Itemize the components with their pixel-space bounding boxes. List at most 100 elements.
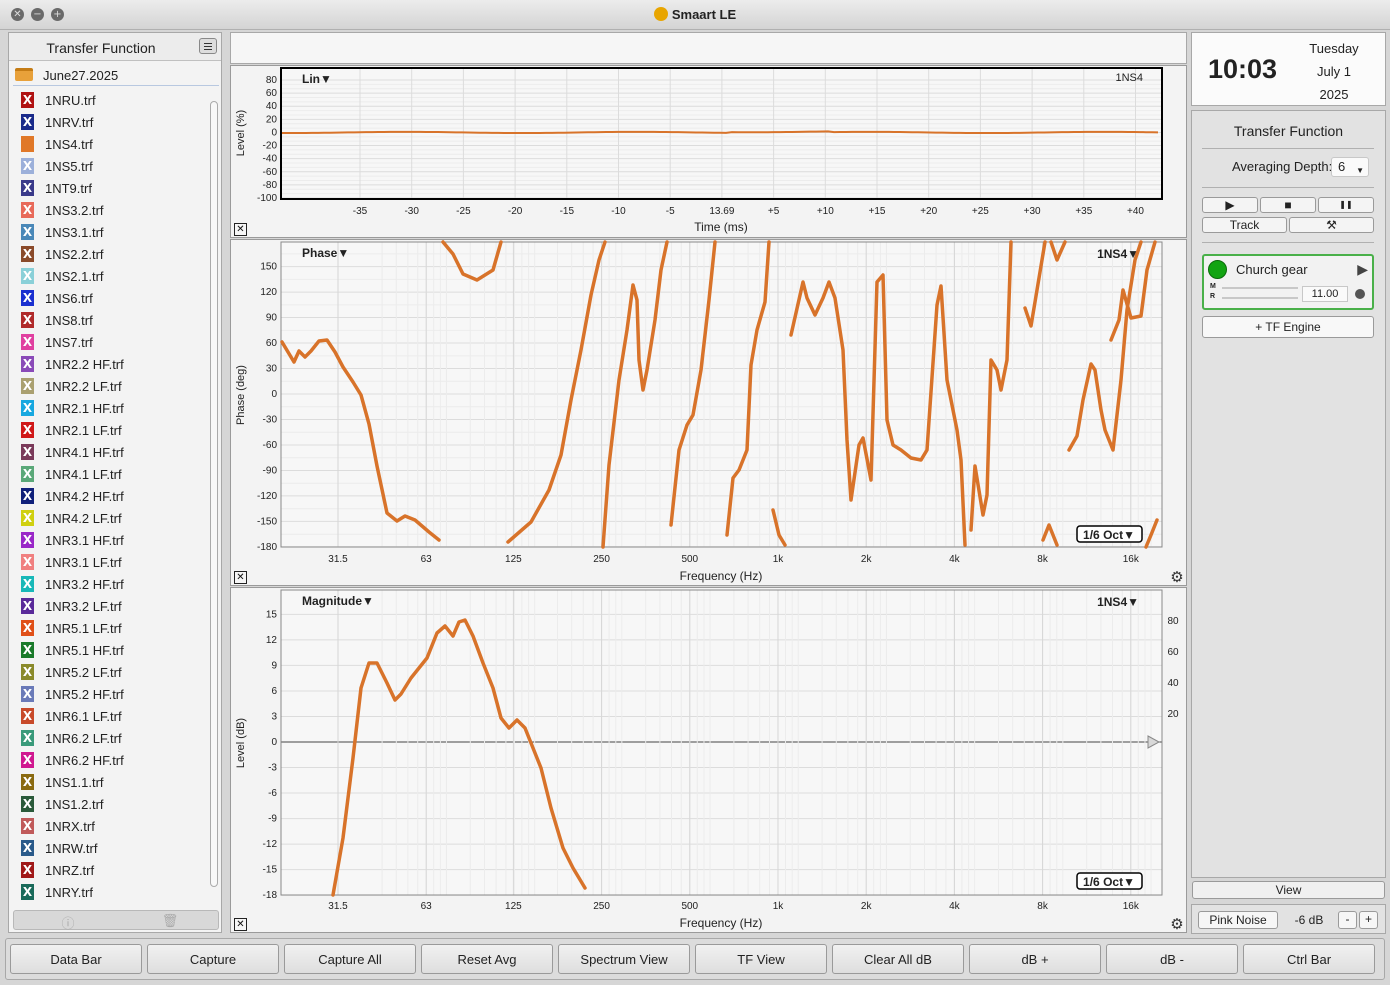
capture-all-button[interactable]: Capture All [284,944,416,974]
magnitude-plot[interactable]: 15129630-3-6-9-12-15-188060402031.5 63 125… [231,588,1188,934]
reset-avg-button[interactable]: Reset Avg [421,944,553,974]
tf-engine-card[interactable]: Church gear ▶ M R 11.00 [1202,254,1374,310]
trace-file-icon[interactable]: X [21,598,34,614]
file-list-item[interactable]: X 1NR6.1 LF.trf [13,705,209,727]
trace-file-icon[interactable]: X [21,884,34,900]
trace-file-icon[interactable]: X [21,378,34,394]
trace-file-icon[interactable]: X [21,422,34,438]
file-list-item[interactable]: X 1NR3.1 LF.trf [13,551,209,573]
record-icon[interactable] [1355,289,1365,299]
add-tf-engine-button[interactable]: + TF Engine [1202,316,1374,338]
ctrl-bar-button[interactable]: Ctrl Bar [1243,944,1375,974]
level-increase-button[interactable]: + [1359,911,1378,929]
file-list-item[interactable]: X 1NRZ.trf [13,859,209,881]
trace-file-icon[interactable]: X [21,92,34,108]
play-button[interactable]: ▶ [1202,197,1258,213]
close-plot-icon[interactable]: ✕ [234,918,247,931]
capture-button[interactable]: Capture [147,944,279,974]
view-button[interactable]: View [1192,881,1385,899]
file-list-item[interactable]: X 1NRW.trf [13,837,209,859]
trace-file-icon[interactable]: X [21,488,34,504]
file-list-item[interactable]: X 1NR4.1 LF.trf [13,463,209,485]
file-list-item[interactable]: X 1NRX.trf [13,815,209,837]
menu-icon[interactable] [199,38,217,54]
trace-file-icon[interactable]: X [21,752,34,768]
file-list-item[interactable]: X 1NS7.trf [13,331,209,353]
file-list-item[interactable]: X 1NR3.2 LF.trf [13,595,209,617]
level-decrease-button[interactable]: - [1338,911,1357,929]
pause-button[interactable]: ❚❚ [1318,197,1374,213]
file-list-item[interactable]: X 1NRU.trf [13,89,209,111]
file-list-item[interactable]: 1NS4.trf [13,133,209,155]
impulse-response-plot[interactable]: 80 60 40 20 0 -20 -40 -60 -80 -100 -35 -30 -25 -20 -15… [231,66,1188,239]
tools-button[interactable]: ⚒ [1289,217,1374,233]
info-icon[interactable]: ⓘ [18,913,118,932]
settings-gear-icon[interactable]: ⚙ [1170,917,1184,932]
db-minus-button[interactable]: dB - [1106,944,1238,974]
file-list-item[interactable]: X 1NR5.2 LF.trf [13,661,209,683]
file-list-item[interactable]: X 1NR2.2 LF.trf [13,375,209,397]
close-plot-icon[interactable]: ✕ [234,571,247,584]
trace-file-icon[interactable]: X [21,114,34,130]
file-list-item[interactable]: X 1NR4.1 HF.trf [13,441,209,463]
file-list-scrollbar[interactable] [209,89,219,905]
trace-file-icon[interactable]: X [21,400,34,416]
trace-file-icon[interactable]: X [21,158,34,174]
trace-file-icon[interactable]: X [21,510,34,526]
file-list-item[interactable]: X 1NR5.1 LF.trf [13,617,209,639]
trace-file-icon[interactable]: X [21,642,34,658]
db-plus-button[interactable]: dB + [969,944,1101,974]
trace-file-icon[interactable]: X [21,554,34,570]
trace-file-icon[interactable]: X [21,664,34,680]
trace-file-icon[interactable]: X [21,444,34,460]
trace-file-icon[interactable]: X [21,334,34,350]
stop-button[interactable]: ■ [1260,197,1316,213]
file-list-item[interactable]: X 1NS8.trf [13,309,209,331]
file-list-item[interactable]: X 1NS6.trf [13,287,209,309]
track-button[interactable]: Track [1202,217,1287,233]
trace-file-icon[interactable]: X [21,202,34,218]
trace-file-icon[interactable]: X [21,620,34,636]
file-list-item[interactable]: X 1NR2.1 LF.trf [13,419,209,441]
pink-noise-button[interactable]: Pink Noise [1198,911,1278,929]
file-list-item[interactable]: X 1NS3.1.trf [13,221,209,243]
trace-file-icon[interactable]: X [21,818,34,834]
file-list-item[interactable]: X 1NR4.2 LF.trf [13,507,209,529]
trace-file-icon[interactable]: X [21,532,34,548]
engine-delay-value[interactable]: 11.00 [1302,286,1348,302]
file-list-item[interactable]: X 1NR4.2 HF.trf [13,485,209,507]
close-plot-icon[interactable]: ✕ [234,223,247,236]
folder-row[interactable]: June27.2025 [13,64,219,86]
trace-file-icon[interactable] [21,136,34,152]
scrollbar-thumb[interactable] [210,101,218,887]
file-list-item[interactable]: X 1NS2.2.trf [13,243,209,265]
trace-file-icon[interactable]: X [21,268,34,284]
file-list-item[interactable]: X 1NS2.1.trf [13,265,209,287]
engine-play-icon[interactable]: ▶ [1357,261,1368,278]
averaging-depth-select[interactable]: 6 ▼ [1331,157,1369,177]
trash-icon[interactable]: 🗑 [120,913,220,929]
trace-file-icon[interactable]: X [21,290,34,306]
file-list-item[interactable]: X 1NR2.2 HF.trf [13,353,209,375]
trace-file-icon[interactable]: X [21,730,34,746]
trace-file-icon[interactable]: X [21,224,34,240]
trace-file-icon[interactable]: X [21,356,34,372]
clear-all-db-button[interactable]: Clear All dB [832,944,964,974]
spectrum-view-button[interactable]: Spectrum View [558,944,690,974]
trace-file-icon[interactable]: X [21,796,34,812]
file-list-item[interactable]: X 1NR5.2 HF.trf [13,683,209,705]
file-list-item[interactable]: X 1NS1.1.trf [13,771,209,793]
file-list-item[interactable]: X 1NRV.trf [13,111,209,133]
settings-gear-icon[interactable]: ⚙ [1170,570,1184,585]
phase-plot[interactable]: 150 120 90 60 30 0 -30 -60 -90 -120 -150 -180 31.5 63… [231,240,1188,587]
trace-file-icon[interactable]: X [21,708,34,724]
file-list-item[interactable]: X 1NT9.trf [13,177,209,199]
file-list-item[interactable]: X 1NS3.2.trf [13,199,209,221]
tf-view-button[interactable]: TF View [695,944,827,974]
trace-file-icon[interactable]: X [21,686,34,702]
trace-file-icon[interactable]: X [21,862,34,878]
file-list-item[interactable]: X 1NR6.2 LF.trf [13,727,209,749]
trace-file-icon[interactable]: X [21,840,34,856]
file-list-item[interactable]: X 1NR3.1 HF.trf [13,529,209,551]
trace-file-icon[interactable]: X [21,466,34,482]
